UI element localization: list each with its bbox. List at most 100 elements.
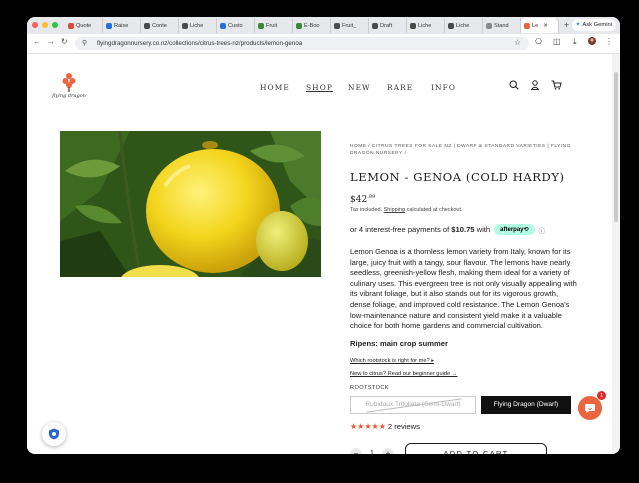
rootstock-guide-link[interactable]: Which rootstock is right for me? ▸ — [350, 358, 580, 364]
browser-tab[interactable]: Draft — [369, 18, 407, 33]
browser-tab[interactable]: Le ✕ — [521, 18, 559, 33]
search-icon[interactable] — [509, 80, 519, 90]
download-icon[interactable]: ⤓ — [573, 37, 577, 47]
browser-tab[interactable]: Fruit_ — [331, 18, 369, 33]
browser-tab[interactable]: Custo — [217, 18, 255, 33]
browser-tab[interactable]: Liche — [445, 18, 483, 33]
breadcrumb[interactable]: HOME / CITRUS TREES FOR SALE NZ | DWARF … — [350, 144, 580, 157]
tab-label: Liche — [190, 22, 204, 29]
product-description: Lemon Genoa is a thornless lemon variety… — [350, 247, 577, 331]
tax-prefix: Tax included. — [350, 207, 384, 213]
browser-tab[interactable]: Quote — [65, 18, 103, 33]
product-image[interactable] — [60, 131, 321, 277]
scrollbar-thumb[interactable] — [614, 72, 618, 222]
nav-rare[interactable]: RARE — [387, 83, 431, 92]
shield-icon — [49, 428, 59, 440]
header-icons — [509, 80, 562, 90]
rootstock-option-flying-dragon[interactable]: Flying Dragon (Dwarf) — [481, 395, 571, 414]
logo-text: flying dragon — [52, 93, 86, 99]
tax-suffix: calculated at checkout. — [405, 207, 463, 213]
url-field[interactable]: ⚲ flyingdragonnursery.co.nz/collections/… — [75, 37, 529, 50]
reviews-row[interactable]: ★★★★★ 2 reviews — [350, 422, 580, 431]
webpage: flying dragon HOME SHOP NEW RARE INFO HO… — [27, 54, 612, 454]
bookmark-star-icon[interactable]: ☆ — [514, 38, 521, 47]
rootstock-option-rubidoux[interactable]: Rubidoux Trifoliata (Semi-Dwarf) — [350, 395, 476, 414]
chat-bubble-icon — [585, 404, 595, 413]
browser-menu-icon[interactable]: ⋮ — [605, 37, 613, 46]
nav-home[interactable]: HOME — [260, 83, 306, 92]
reviews-count: 2 reviews — [387, 421, 420, 431]
afterpay-badge[interactable]: afterpay⟲ — [494, 224, 535, 235]
tab-label: E-Boo — [304, 22, 320, 29]
browser-tab[interactable]: Conte — [141, 18, 179, 33]
chat-unread-badge: 1 — [597, 391, 606, 400]
accessibility-widget-button[interactable] — [42, 422, 66, 446]
maximize-window-button[interactable] — [52, 22, 58, 28]
afterpay-prefix: or 4 interest-free payments of — [350, 225, 452, 234]
account-icon[interactable] — [530, 80, 540, 90]
chat-button[interactable] — [578, 396, 602, 420]
cart-icon[interactable] — [551, 80, 562, 90]
tab-label: Fruit — [266, 22, 278, 29]
product-title: LEMON - GENOA (COLD HARDY) — [350, 170, 565, 184]
browser-tab[interactable]: Stand — [483, 18, 521, 33]
browser-tab[interactable]: Raise — [103, 18, 141, 33]
browser-tab[interactable]: Liche — [179, 18, 217, 33]
tab-favicon-icon — [448, 22, 454, 29]
forward-arrow-icon[interactable]: → — [47, 37, 55, 46]
tab-favicon-icon — [106, 22, 112, 29]
shipping-link[interactable]: Shipping — [384, 207, 405, 213]
tab-favicon-icon — [182, 22, 188, 29]
tab-favicon-icon — [524, 22, 530, 29]
quantity-increase-button[interactable]: + — [382, 447, 394, 454]
quantity-decrease-button[interactable]: − — [350, 447, 362, 454]
tab-label: Quote — [76, 22, 92, 29]
page-scrollbar[interactable] — [612, 54, 620, 454]
add-to-cart-button[interactable]: ADD TO CART — [405, 442, 547, 454]
close-window-button[interactable] — [32, 22, 38, 28]
rating-stars-icon: ★★★★★ — [350, 421, 386, 431]
minimize-window-button[interactable] — [42, 22, 48, 28]
tax-note: Tax included. Shipping calculated at che… — [350, 207, 580, 213]
tab-label: Raise — [114, 22, 129, 29]
tab-favicon-icon — [258, 22, 264, 29]
tab-label: Liche — [456, 22, 470, 29]
tab-label: Liche — [418, 22, 432, 29]
site-logo[interactable]: flying dragon — [50, 72, 88, 99]
afterpay-text: or 4 interest-free payments of $10.75 wi… — [350, 225, 490, 234]
afterpay-row: or 4 interest-free payments of $10.75 wi… — [350, 224, 580, 235]
tab-label: Stand — [494, 22, 509, 29]
gemini-icon: ✦ — [575, 22, 581, 28]
tab-favicon-icon — [486, 22, 492, 29]
beginner-guide-link[interactable]: New to citrus? Read our beginner guide → — [350, 371, 580, 377]
browser-tab[interactable]: Fruit — [255, 18, 293, 33]
ask-gemini-button[interactable]: ✦ Ask Gemini — [571, 19, 616, 31]
tab-label: Custo — [228, 22, 243, 29]
sidebar-icon[interactable]: ◫ — [553, 37, 561, 46]
nav-new[interactable]: NEW — [348, 83, 387, 92]
browser-tab[interactable]: E-Boo — [293, 18, 331, 33]
site-info-icon[interactable]: ⚲ — [82, 39, 87, 47]
browser-tab[interactable]: Liche — [407, 18, 445, 33]
extensions-icon[interactable]: ⎔ — [535, 37, 542, 46]
price-dollars: $42 — [350, 195, 368, 205]
tab-favicon-icon — [296, 22, 302, 29]
close-tab-icon[interactable]: ✕ — [543, 23, 548, 29]
tab-favicon-icon — [68, 22, 74, 29]
quantity-input[interactable]: 1 — [362, 450, 382, 454]
nav-shop[interactable]: SHOP — [306, 83, 348, 92]
ask-gemini-label: Ask Gemini — [582, 22, 612, 28]
nav-info[interactable]: INFO — [431, 83, 461, 92]
tab-favicon-icon — [372, 22, 378, 29]
info-icon[interactable]: ⓘ — [539, 225, 546, 235]
profile-avatar[interactable] — [588, 37, 596, 47]
back-arrow-icon[interactable]: ← — [33, 37, 41, 46]
new-tab-button[interactable]: + — [564, 18, 569, 33]
price-cents: .99 — [367, 194, 376, 200]
tab-label: Conte — [152, 22, 167, 29]
reload-icon[interactable]: ↻ — [61, 37, 68, 46]
address-bar-row: ← → ↻ ⚲ flyingdragonnursery.co.nz/collec… — [27, 34, 620, 54]
ripens-note: Ripens: main crop summer — [350, 338, 448, 348]
tab-bar: Quote Raise Conte Liche Custo Fruit E-Boo Fruit… — [27, 17, 620, 34]
tab-label: Le — [532, 22, 539, 29]
